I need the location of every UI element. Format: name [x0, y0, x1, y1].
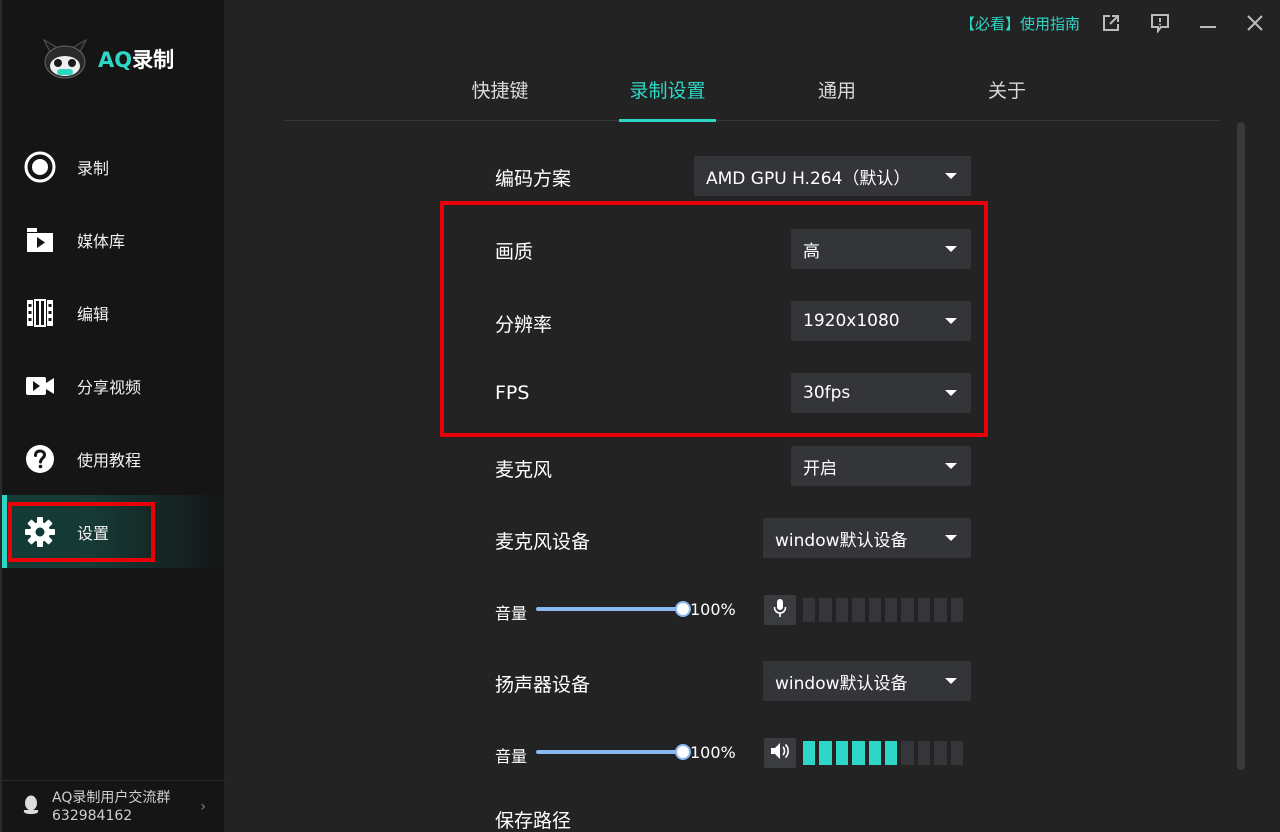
- fps-value: 30fps: [803, 383, 851, 403]
- speaker-device-select[interactable]: window默认设备: [763, 661, 971, 701]
- caret-down-icon: [945, 535, 957, 541]
- tab-general[interactable]: 通用: [802, 70, 872, 121]
- mic-select[interactable]: 开启: [791, 446, 971, 486]
- edit-film-icon: [24, 297, 56, 329]
- mic-device-label: 麦克风设备: [495, 531, 591, 553]
- mic-device-value: window默认设备: [775, 530, 908, 551]
- meter-segment: [852, 598, 865, 622]
- speaker-volume-slider[interactable]: [536, 744, 691, 760]
- quality-label: 画质: [495, 241, 534, 263]
- encoder-label: 编码方案: [495, 168, 572, 190]
- sidebar-item-label: 分享视频: [77, 377, 142, 397]
- resolution-select[interactable]: 1920x1080: [791, 301, 971, 341]
- mic-device-select[interactable]: window默认设备: [763, 518, 971, 558]
- meter-segment: [917, 741, 931, 765]
- encoder-select[interactable]: AMD GPU H.264（默认）: [694, 156, 971, 196]
- sidebar: AQ录制 录制 媒体库 编辑 分享视频 使用教程 设置 AQ录制用户交流群 63…: [0, 0, 226, 832]
- chevron-right-icon: ›: [200, 799, 206, 815]
- settings-tabs: 快捷键 录制设置 通用 关于: [284, 70, 1220, 122]
- help-icon: [24, 443, 56, 475]
- caret-down-icon: [945, 463, 957, 469]
- record-icon: [24, 151, 56, 183]
- mic-value: 开启: [803, 458, 837, 479]
- caret-down-icon: [945, 173, 957, 179]
- usage-guide-link[interactable]: 【必看】使用指南: [960, 13, 1080, 34]
- slider-thumb[interactable]: [675, 601, 691, 617]
- meter-segment: [950, 741, 963, 765]
- speaker-level-meter: [803, 741, 963, 765]
- sidebar-item-label: 编辑: [77, 304, 110, 324]
- meter-segment: [901, 741, 914, 765]
- sidebar-item-label: 媒体库: [77, 231, 126, 251]
- sidebar-item-tutorial[interactable]: 使用教程: [2, 422, 226, 495]
- feedback-icon[interactable]: [1149, 12, 1171, 34]
- meter-segment: [835, 598, 849, 622]
- speaker-icon: [770, 742, 790, 764]
- meter-segment: [803, 598, 816, 622]
- mic-label: 麦克风: [495, 459, 553, 481]
- mic-volume-slider[interactable]: [536, 601, 691, 617]
- slider-thumb[interactable]: [675, 744, 691, 760]
- user-group-link[interactable]: AQ录制用户交流群 632984162 ›: [2, 780, 226, 832]
- tab-about[interactable]: 关于: [972, 70, 1042, 121]
- meter-segment: [901, 598, 914, 622]
- meter-segment: [803, 741, 816, 765]
- sidebar-item-label: 录制: [77, 158, 110, 178]
- app-logo: AQ录制: [42, 38, 174, 80]
- microphone-icon: [773, 598, 787, 622]
- meter-segment: [819, 598, 832, 622]
- tab-hotkeys[interactable]: 快捷键: [460, 70, 540, 121]
- content-scrollbar[interactable]: [1237, 122, 1245, 770]
- caret-down-icon: [945, 678, 957, 684]
- resolution-value: 1920x1080: [803, 311, 900, 331]
- encoder-value: AMD GPU H.264（默认）: [706, 168, 911, 189]
- external-link-icon[interactable]: [1100, 12, 1122, 34]
- fps-select[interactable]: 30fps: [791, 373, 971, 413]
- sidebar-item-media-library[interactable]: 媒体库: [2, 203, 226, 276]
- meter-segment: [868, 741, 881, 765]
- meter-segment: [868, 598, 881, 622]
- fps-label: FPS: [495, 382, 530, 404]
- caret-down-icon: [945, 246, 957, 252]
- meter-segment: [835, 741, 849, 765]
- user-group-text: AQ录制用户交流群 632984162: [52, 789, 171, 824]
- mic-level-meter: [803, 598, 963, 622]
- meter-segment: [819, 741, 832, 765]
- close-icon[interactable]: [1244, 12, 1266, 34]
- sidebar-item-label: 使用教程: [77, 450, 142, 470]
- save-path-label: 保存路径: [495, 810, 572, 832]
- quality-value: 高: [803, 241, 820, 262]
- speaker-volume-label: 音量: [495, 747, 528, 766]
- speaker-device-value: window默认设备: [775, 673, 908, 694]
- mascot-logo-icon: [42, 38, 88, 80]
- mic-volume-value: 100%: [690, 600, 736, 619]
- meter-segment: [917, 598, 931, 622]
- caret-down-icon: [945, 390, 957, 396]
- meter-segment: [884, 598, 898, 622]
- qq-penguin-icon: [22, 795, 40, 819]
- tab-record-settings[interactable]: 录制设置: [619, 70, 716, 122]
- meter-segment: [950, 598, 963, 622]
- mic-meter-button[interactable]: [764, 595, 796, 625]
- sidebar-item-record[interactable]: 录制: [2, 130, 226, 203]
- meter-segment: [934, 741, 947, 765]
- app-name: AQ录制: [98, 48, 175, 72]
- resolution-label: 分辨率: [495, 314, 553, 336]
- video-camera-icon: [24, 370, 56, 402]
- sidebar-item-share-video[interactable]: 分享视频: [2, 349, 226, 422]
- minimize-icon[interactable]: [1197, 12, 1219, 34]
- meter-segment: [934, 598, 947, 622]
- media-library-icon: [24, 224, 56, 256]
- speaker-device-label: 扬声器设备: [495, 674, 591, 696]
- sidebar-item-edit[interactable]: 编辑: [2, 276, 226, 349]
- quality-select[interactable]: 高: [791, 229, 971, 269]
- speaker-volume-value: 100%: [690, 743, 736, 762]
- meter-segment: [852, 741, 865, 765]
- speaker-meter-button[interactable]: [764, 738, 796, 768]
- caret-down-icon: [945, 318, 957, 324]
- mic-volume-label: 音量: [495, 604, 528, 623]
- meter-segment: [884, 741, 898, 765]
- settings-highlight-box: [8, 502, 155, 562]
